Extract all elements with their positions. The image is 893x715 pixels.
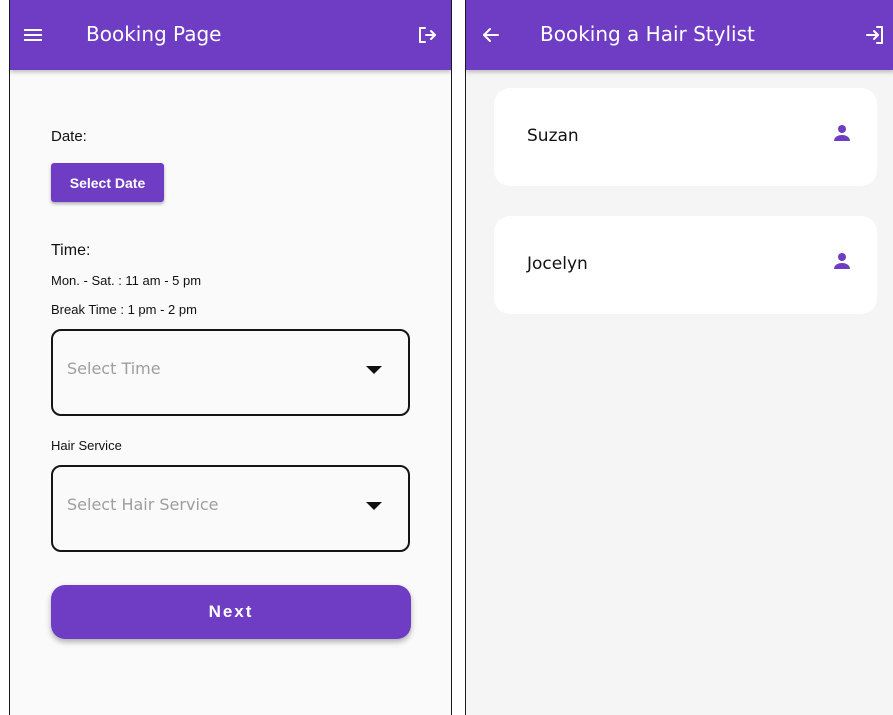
select-hair-service-dropdown[interactable]: Select Hair Service xyxy=(51,465,410,552)
stylist-name: Jocelyn xyxy=(527,254,588,274)
opening-hours-text: Mon. - Sat. : 11 am - 5 pm xyxy=(51,273,202,288)
login-icon[interactable] xyxy=(863,23,887,47)
dropdown-arrow-icon xyxy=(366,366,382,374)
booking-page-app-bar: Booking Page xyxy=(10,0,451,70)
stylist-page-app-bar: Booking a Hair Stylist xyxy=(466,0,893,70)
break-time-text: Break Time : 1 pm - 2 pm xyxy=(51,302,197,317)
page-title: Booking a Hair Stylist xyxy=(540,22,755,46)
select-hair-service-placeholder: Select Hair Service xyxy=(67,495,219,514)
select-time-dropdown[interactable]: Select Time xyxy=(51,329,410,416)
stylist-card-jocelyn[interactable]: Jocelyn xyxy=(494,216,877,314)
stylist-name: Suzan xyxy=(527,126,579,146)
page-title: Booking Page xyxy=(86,22,222,46)
dropdown-arrow-icon xyxy=(366,502,382,510)
hair-service-label: Hair Service xyxy=(51,438,122,453)
person-icon xyxy=(833,124,851,142)
next-button[interactable]: Next xyxy=(51,585,411,639)
arrow-back-icon[interactable] xyxy=(479,23,503,47)
time-label: Time: xyxy=(51,242,91,259)
booking-page-screen: Booking Page Date: Select Date Time: Mon… xyxy=(9,0,452,715)
stylist-page-screen: Booking a Hair Stylist Suzan Jocelyn xyxy=(465,0,893,715)
select-time-placeholder: Select Time xyxy=(67,359,161,378)
select-date-button[interactable]: Select Date xyxy=(51,163,164,202)
logout-icon[interactable] xyxy=(415,23,439,47)
person-icon xyxy=(833,252,851,270)
hamburger-menu-icon[interactable] xyxy=(21,23,45,47)
stylist-card-suzan[interactable]: Suzan xyxy=(494,88,877,186)
date-label: Date: xyxy=(51,128,87,145)
